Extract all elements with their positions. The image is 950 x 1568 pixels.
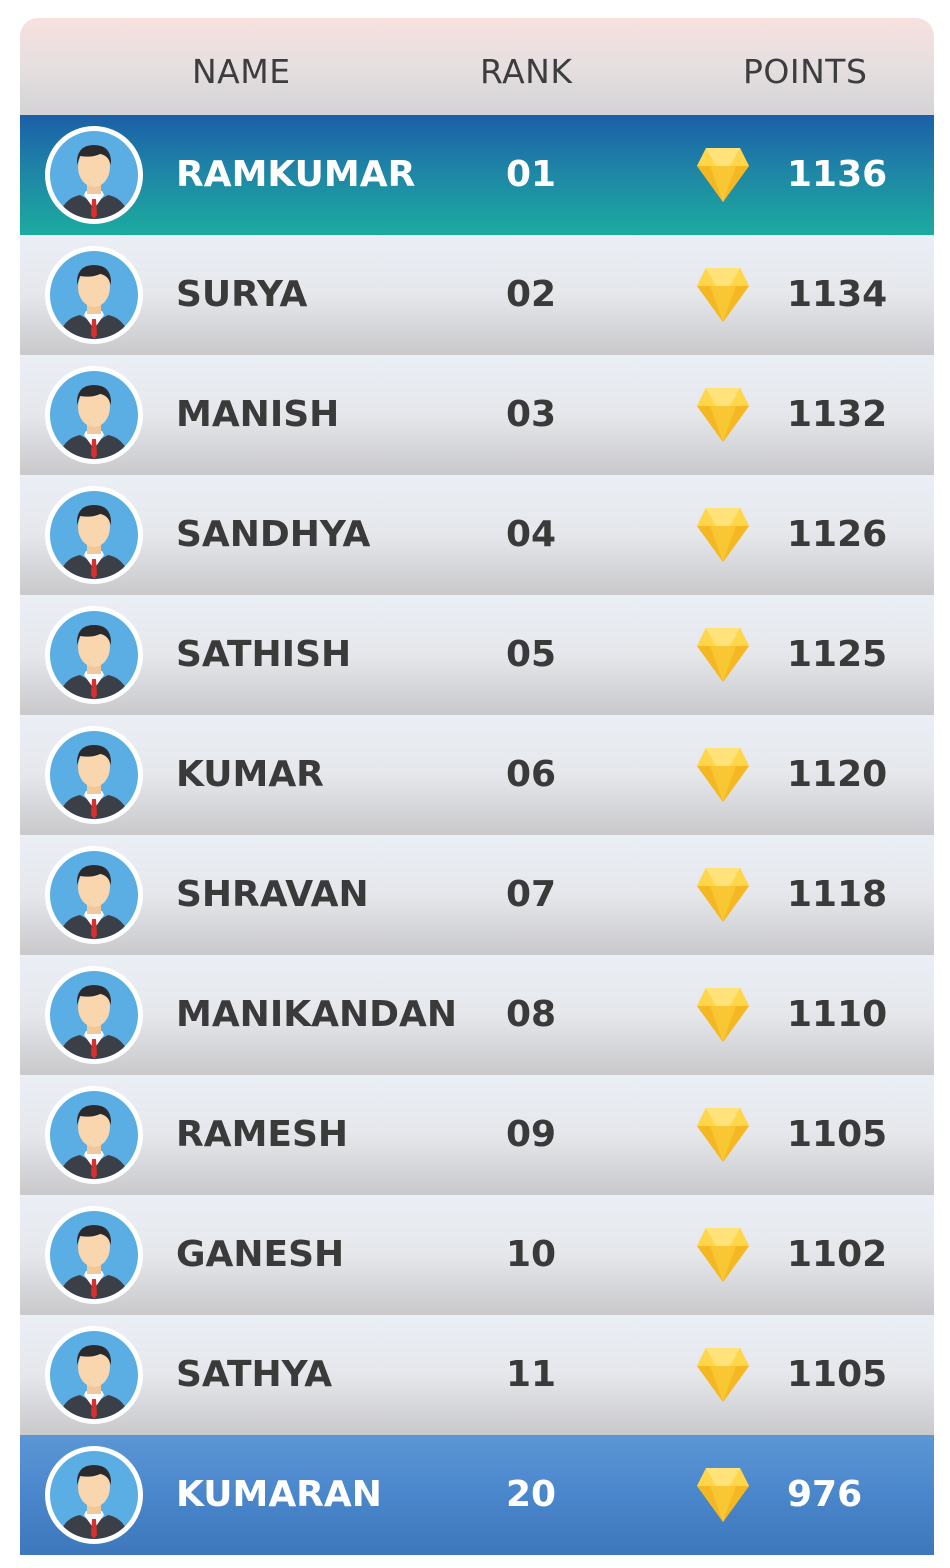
gem-icon	[697, 388, 749, 442]
leaderboard: NAME RANK POINTS RAMKUMAR 01 1136 SURYA …	[20, 18, 934, 1555]
user-avatar-icon	[45, 966, 143, 1064]
player-name: RAMESH	[176, 1114, 349, 1155]
leaderboard-row-12[interactable]: KUMARAN 20 976	[20, 1435, 934, 1555]
user-avatar-icon	[45, 366, 143, 464]
user-avatar-icon	[45, 1086, 143, 1184]
player-points: 1105	[787, 1114, 888, 1155]
leaderboard-row-8[interactable]: MANIKANDAN 08 1110	[20, 955, 934, 1075]
player-points: 976	[787, 1474, 863, 1515]
player-points: 1120	[787, 754, 888, 795]
leaderboard-row-5[interactable]: SATHISH 05 1125	[20, 595, 934, 715]
leaderboard-header: NAME RANK POINTS	[20, 18, 934, 115]
column-header-points[interactable]: POINTS	[743, 18, 867, 115]
player-points: 1105	[787, 1354, 888, 1395]
player-name: KUMARAN	[176, 1474, 382, 1515]
gem-icon	[697, 628, 749, 682]
player-points: 1126	[787, 514, 888, 555]
user-avatar-icon	[45, 606, 143, 704]
player-rank: 11	[506, 1354, 557, 1395]
player-points: 1125	[787, 634, 888, 675]
player-rank: 01	[506, 154, 557, 195]
player-points: 1110	[787, 994, 888, 1035]
player-rank: 05	[506, 634, 557, 675]
player-name: MANISH	[176, 394, 340, 435]
player-rank: 09	[506, 1114, 557, 1155]
gem-icon	[697, 988, 749, 1042]
player-name: KUMAR	[176, 754, 324, 795]
player-name: SANDHYA	[176, 514, 371, 555]
player-points: 1134	[787, 274, 888, 315]
player-points: 1118	[787, 874, 888, 915]
player-points: 1136	[787, 154, 888, 195]
player-name: GANESH	[176, 1234, 345, 1275]
gem-icon	[697, 148, 749, 202]
user-avatar-icon	[45, 126, 143, 224]
user-avatar-icon	[45, 486, 143, 584]
player-rank: 07	[506, 874, 557, 915]
gem-icon	[697, 268, 749, 322]
player-rank: 20	[506, 1474, 557, 1515]
player-name: SATHISH	[176, 634, 352, 675]
leaderboard-row-2[interactable]: SURYA 02 1134	[20, 235, 934, 355]
gem-icon	[697, 748, 749, 802]
leaderboard-row-1[interactable]: RAMKUMAR 01 1136	[20, 115, 934, 235]
gem-icon	[697, 1228, 749, 1282]
leaderboard-row-9[interactable]: RAMESH 09 1105	[20, 1075, 934, 1195]
column-header-rank[interactable]: RANK	[480, 18, 573, 115]
player-name: SHRAVAN	[176, 874, 369, 915]
player-rank: 03	[506, 394, 557, 435]
player-points: 1102	[787, 1234, 888, 1275]
user-avatar-icon	[45, 1206, 143, 1304]
leaderboard-row-3[interactable]: MANISH 03 1132	[20, 355, 934, 475]
user-avatar-icon	[45, 846, 143, 944]
gem-icon	[697, 508, 749, 562]
player-name: SURYA	[176, 274, 308, 315]
player-name: SATHYA	[176, 1354, 333, 1395]
leaderboard-row-10[interactable]: GANESH 10 1102	[20, 1195, 934, 1315]
player-points: 1132	[787, 394, 888, 435]
user-avatar-icon	[45, 1446, 143, 1544]
column-header-name[interactable]: NAME	[192, 18, 291, 115]
leaderboard-rows: RAMKUMAR 01 1136 SURYA 02 1134 MANISH 03…	[20, 115, 934, 1555]
player-rank: 04	[506, 514, 557, 555]
player-rank: 02	[506, 274, 557, 315]
player-rank: 10	[506, 1234, 557, 1275]
user-avatar-icon	[45, 726, 143, 824]
gem-icon	[697, 868, 749, 922]
player-name: MANIKANDAN	[176, 994, 457, 1035]
player-name: RAMKUMAR	[176, 154, 416, 195]
gem-icon	[697, 1108, 749, 1162]
leaderboard-row-4[interactable]: SANDHYA 04 1126	[20, 475, 934, 595]
player-rank: 06	[506, 754, 557, 795]
user-avatar-icon	[45, 1326, 143, 1424]
player-rank: 08	[506, 994, 557, 1035]
leaderboard-row-11[interactable]: SATHYA 11 1105	[20, 1315, 934, 1435]
leaderboard-row-6[interactable]: KUMAR 06 1120	[20, 715, 934, 835]
leaderboard-row-7[interactable]: SHRAVAN 07 1118	[20, 835, 934, 955]
gem-icon	[697, 1348, 749, 1402]
user-avatar-icon	[45, 246, 143, 344]
gem-icon	[697, 1468, 749, 1522]
